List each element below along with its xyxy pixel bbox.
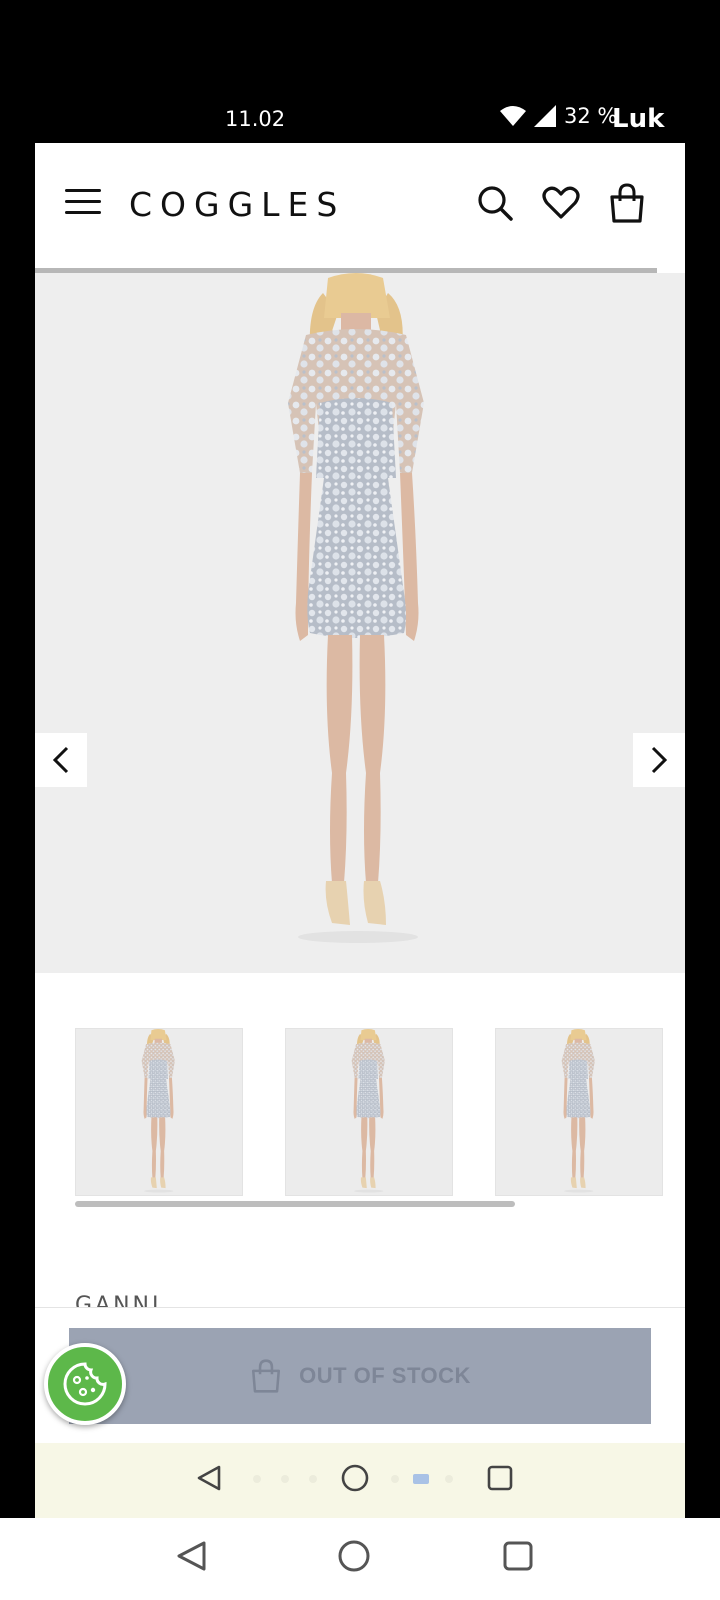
product-brand[interactable]: GANNI (75, 1293, 162, 1307)
shopping-bag-icon[interactable] (607, 183, 647, 223)
inner-navigation-bar (35, 1443, 685, 1518)
thumbnail-side[interactable] (285, 1028, 453, 1196)
status-time: 11.02 (225, 107, 286, 131)
battery-level: 32 % (564, 104, 618, 128)
chevron-left-icon (52, 746, 69, 774)
thumbnail-image (561, 1029, 595, 1193)
inner-home-icon[interactable] (340, 1463, 370, 1493)
out-of-stock-button[interactable]: OUT OF STOCK (69, 1328, 651, 1424)
thumbnail-image (351, 1029, 385, 1193)
home-icon[interactable] (336, 1538, 372, 1574)
thumbnail-front[interactable] (75, 1028, 243, 1196)
next-image-button[interactable] (633, 733, 685, 787)
product-image-gallery[interactable] (35, 273, 685, 1091)
luk-overlay-button[interactable]: Luk (612, 104, 664, 134)
hamburger-menu-icon[interactable] (65, 189, 101, 219)
cookie-icon (63, 1362, 107, 1406)
page-dot (445, 1475, 453, 1483)
chevron-right-icon (651, 746, 668, 774)
page-dot (253, 1475, 261, 1483)
web-page: COGGLES GANNI OUT OF STOCK (35, 143, 685, 1518)
status-icons: 32 % (500, 104, 617, 128)
inner-recents-icon[interactable] (485, 1463, 515, 1493)
site-logo[interactable]: COGGLES (129, 185, 345, 224)
recents-icon[interactable] (500, 1538, 536, 1574)
thumbnail-image (141, 1029, 175, 1193)
heart-icon[interactable] (541, 183, 581, 223)
cookie-settings-button[interactable] (44, 1343, 126, 1425)
android-navigation-bar (0, 1518, 720, 1600)
add-to-bag-bar: OUT OF STOCK (35, 1307, 685, 1447)
inner-back-icon[interactable] (195, 1463, 225, 1493)
thumbnail-strip (35, 1028, 685, 1218)
wifi-icon (500, 106, 526, 126)
page-dot-active (413, 1474, 429, 1484)
back-icon[interactable] (174, 1538, 210, 1574)
signal-icon (534, 105, 556, 127)
thumbnail-scrollbar[interactable] (75, 1201, 515, 1207)
shopping-bag-icon (252, 1359, 281, 1393)
product-image (288, 273, 424, 943)
page-dot (281, 1475, 289, 1483)
page-dot (309, 1475, 317, 1483)
search-icon[interactable] (475, 183, 515, 223)
site-header: COGGLES (35, 143, 685, 268)
status-bar: 11.02 32 % Luk (0, 0, 720, 143)
thumbnail-back[interactable] (495, 1028, 663, 1196)
prev-image-button[interactable] (35, 733, 87, 787)
out-of-stock-label: OUT OF STOCK (299, 1363, 471, 1388)
page-dot (391, 1475, 399, 1483)
